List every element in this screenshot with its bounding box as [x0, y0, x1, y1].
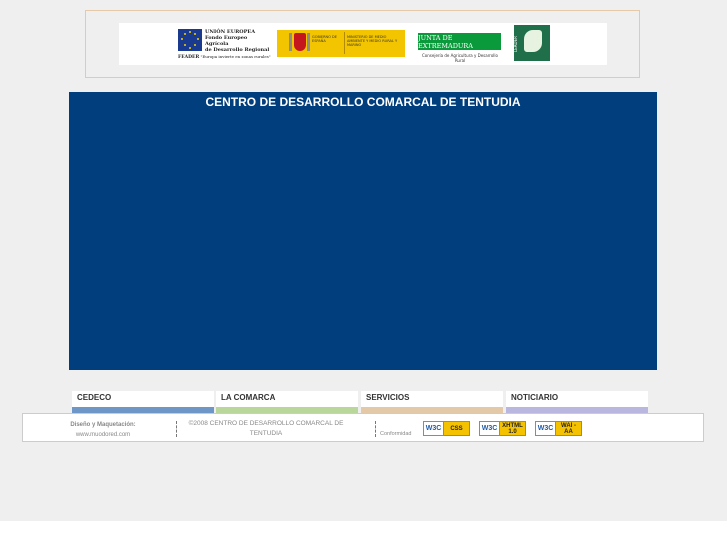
- nav-item-servicios[interactable]: SERVICIOS: [361, 391, 503, 413]
- eu-logo-text: UNIÓN EUROPEA Fondo Europeo Agrícola de …: [205, 29, 270, 53]
- footer-design-label: Diseño y Maquetación:: [70, 422, 136, 428]
- leader-leaf-icon: [524, 30, 542, 52]
- nav-item-noticiario[interactable]: NOTICIARIO: [506, 391, 648, 413]
- footer-separator: [375, 421, 376, 437]
- footer-design-link[interactable]: www.muodored.com: [76, 432, 130, 438]
- leader-text: LEADER: [513, 36, 518, 52]
- nav-item-label: CEDECO: [77, 393, 112, 402]
- eu-feader-label: FEADER: [178, 55, 200, 60]
- gobierno-right-text: MINISTERIO DE MEDIO AMBIENTE Y MEDIO RUR…: [347, 35, 398, 47]
- w3c-logo-icon: W3C: [424, 422, 444, 435]
- main-banner: CENTRO DE DESARROLLO COMARCAL DE TENTUDI…: [69, 92, 657, 370]
- footer-separator: [176, 421, 177, 437]
- footer-design-credit: Diseño y Maquetación: www.muodored.com: [63, 420, 143, 440]
- w3c-wai-badge[interactable]: W3C WAI - AA: [535, 421, 582, 436]
- eu-tagline: "Europa invierte en zonas rurales": [200, 54, 271, 59]
- junta-logo: JUNTA DE EXTREMADURA: [418, 33, 501, 50]
- junta-subtitle: Consejería de Agricultura y Desarrollo R…: [422, 53, 498, 63]
- eu-feader-caption: FEADER "Europa invierte en zonas rurales…: [178, 54, 271, 60]
- w3c-logo-icon: W3C: [536, 422, 556, 435]
- column-left-icon: [289, 33, 292, 51]
- nav-item-label: NOTICIARIO: [511, 393, 559, 402]
- badge-text: CSS: [444, 422, 469, 435]
- badge-text: WAI - AA: [556, 422, 581, 435]
- nav-item-label: SERVICIOS: [366, 393, 410, 402]
- eu-flag-icon: [178, 29, 202, 51]
- gobierno-divider: [344, 32, 345, 54]
- w3c-css-badge[interactable]: W3C CSS: [423, 421, 470, 436]
- eu-title-line3: de Desarrollo Regional: [205, 47, 270, 53]
- column-right-icon: [307, 33, 310, 51]
- nav-item-la-comarca[interactable]: LA COMARCA: [216, 391, 358, 413]
- spain-shield-icon: [294, 33, 306, 51]
- nav-item-label: LA COMARCA: [221, 393, 276, 402]
- w3c-xhtml-badge[interactable]: W3C XHTML 1.0: [479, 421, 526, 436]
- footer-copyright-line2: TENTUDIA: [249, 430, 283, 437]
- gobierno-left-text: GOBIERNO DE ESPAÑA: [312, 35, 337, 43]
- nav-item-cedeco[interactable]: CEDECO: [72, 391, 214, 413]
- footer-copyright-line1: ©2008 CENTRO DE DESARROLLO COMARCAL DE: [188, 420, 344, 427]
- junta-name: JUNTA DE EXTREMADURA: [418, 33, 473, 50]
- footer-conformity-label: Conformidad: [380, 431, 412, 437]
- footer: Diseño y Maquetación: www.muodored.com ©…: [22, 413, 704, 442]
- footer-copyright: ©2008 CENTRO DE DESARROLLO COMARCAL DE T…: [181, 419, 351, 439]
- badge-text: XHTML 1.0: [500, 422, 525, 435]
- banner-title: CENTRO DE DESARROLLO COMARCAL DE TENTUDI…: [205, 95, 521, 109]
- eu-title-line2: Fondo Europeo Agrícola: [205, 35, 248, 47]
- w3c-logo-icon: W3C: [480, 422, 500, 435]
